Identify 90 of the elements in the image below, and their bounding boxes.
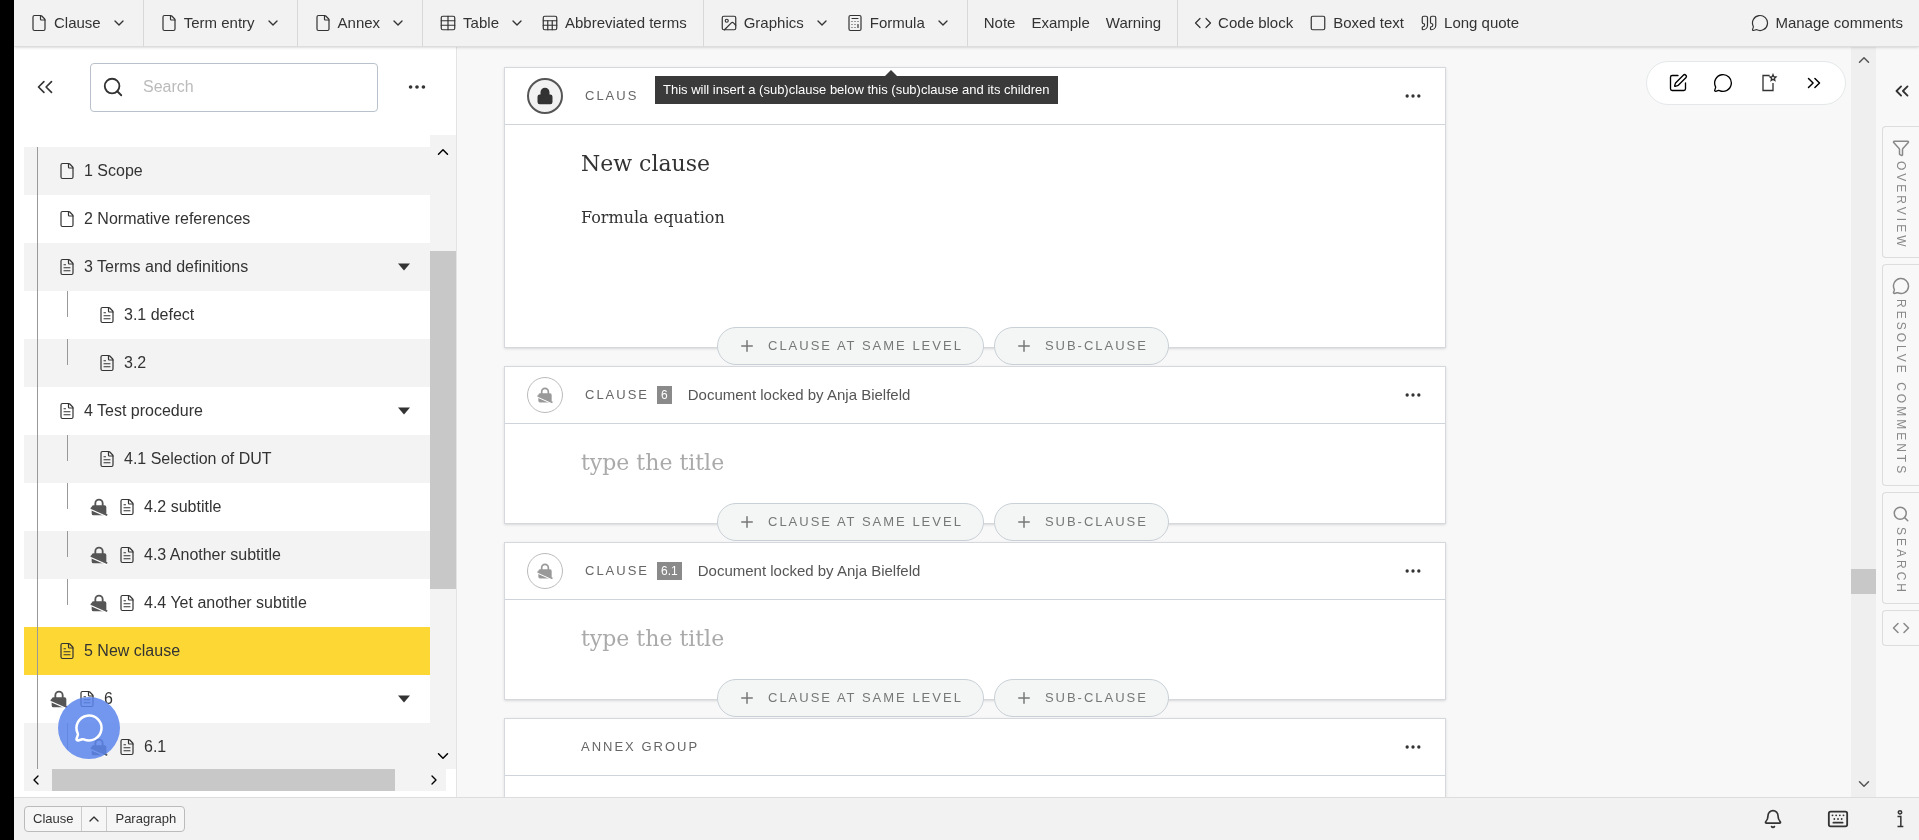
tree-item[interactable]: 5 New clause	[24, 627, 430, 675]
tree-item-label: 5 New clause	[84, 641, 181, 661]
toolbar-button[interactable]: Formula	[837, 6, 959, 40]
tree-item-label: 4.2 subtitle	[144, 497, 222, 517]
search-icon	[102, 75, 124, 98]
clause-type-label: CLAUS	[585, 87, 639, 106]
clause-body-text[interactable]: Formula equation	[581, 206, 1369, 230]
grid-icon	[540, 14, 559, 32]
file-icon	[313, 14, 332, 32]
quote-icon	[1420, 14, 1439, 32]
tree-item[interactable]: 3 Terms and definitions	[24, 243, 430, 291]
add-clause-button[interactable]: SUB-CLAUSE	[993, 327, 1169, 365]
file-icon	[159, 14, 178, 32]
tree-item-label: 6.1	[144, 737, 167, 757]
breadcrumb-item[interactable]: Paragraph	[106, 807, 185, 831]
horizontal-scrollbar[interactable]	[24, 769, 446, 791]
comment-icon	[1892, 277, 1910, 296]
scrollbar[interactable]	[1851, 47, 1876, 797]
toolbar-button[interactable]: Note	[975, 6, 1024, 40]
scrollbar-thumb[interactable]	[1851, 569, 1876, 594]
scrollbar[interactable]	[430, 135, 456, 769]
tree-item-label: 3.2	[124, 353, 147, 373]
clause-type-label: ANNEX GROUP	[581, 738, 700, 757]
toolbar-button[interactable]: Abbreviated terms	[532, 6, 695, 40]
chat-icon	[74, 713, 104, 743]
tree-item[interactable]: 4.1 Selection of DUT	[24, 435, 430, 483]
toolbar-button[interactable]: Term entry	[151, 6, 289, 40]
comment-icon	[1751, 14, 1770, 32]
search-field[interactable]: Search	[90, 62, 378, 112]
tree-item[interactable]: 3.2	[24, 339, 430, 387]
plus-icon	[738, 513, 756, 531]
add-clause-button[interactable]: SUB-CLAUSE	[993, 503, 1169, 541]
table-icon	[439, 14, 458, 32]
search-icon	[1892, 504, 1910, 523]
info-icon[interactable]	[1895, 809, 1905, 829]
toolbar-button[interactable]: Graphics	[711, 6, 838, 40]
square-icon	[1309, 14, 1328, 32]
locked-icon	[88, 544, 110, 566]
tree-item-label: 3.1 defect	[124, 305, 195, 325]
plus-icon	[738, 689, 756, 707]
breadcrumb-item[interactable]: Clause	[25, 807, 83, 831]
add-clause-button[interactable]: CLAUSE AT SAME LEVEL	[717, 679, 984, 717]
tree-item-label: 4.3 Another subtitle	[144, 545, 281, 565]
tree-item-label: 4.1 Selection of DUT	[124, 449, 272, 469]
clause-number: 6.1	[657, 562, 682, 580]
locked-icon	[88, 496, 110, 518]
toolbar-button[interactable]: Boxed text	[1301, 6, 1413, 40]
bell-icon[interactable]	[1763, 809, 1783, 829]
locked-by-text: Document locked by Anja Bielfeld	[687, 384, 911, 405]
tree-item-label: 1 Scope	[84, 161, 143, 181]
scrollbar-thumb[interactable]	[52, 769, 395, 791]
toolbar-button[interactable]: Clause	[22, 6, 135, 40]
toolbar-button[interactable]: Annex	[305, 6, 415, 40]
locked-icon	[535, 561, 555, 581]
tree-item-label: 2 Normative references	[84, 209, 251, 229]
tree-item-label: 3 Terms and definitions	[84, 257, 249, 277]
tree-item[interactable]: 6.1	[24, 723, 430, 769]
toolbar-button[interactable]: Warning	[1097, 6, 1170, 40]
manage-comments-button[interactable]: Manage comments	[1751, 11, 1903, 35]
toolbar-button[interactable]: Code block	[1186, 6, 1302, 40]
tree-item-label: 4 Test procedure	[84, 401, 203, 421]
scrollbar-thumb[interactable]	[430, 251, 456, 589]
clause-type-label: CLAUSE	[585, 562, 650, 581]
toolbar-button[interactable]: Example	[1023, 6, 1098, 40]
comment-icon[interactable]	[1712, 73, 1733, 93]
locked-by-text: Document locked by Anja Bielfeld	[697, 560, 921, 581]
clause-type-label: CLAUSE	[585, 386, 650, 405]
tree-item[interactable]: 4.3 Another subtitle	[24, 531, 430, 579]
clause-title[interactable]: New clause	[581, 147, 1369, 180]
file-icon	[30, 14, 48, 32]
filter-icon	[1892, 139, 1910, 157]
toolbar-button[interactable]: Table	[431, 6, 533, 40]
locked-icon	[535, 385, 555, 405]
code-tab[interactable]	[1882, 609, 1919, 646]
edit-icon[interactable]	[1667, 73, 1688, 93]
toolbar-button[interactable]: Long quote	[1412, 6, 1528, 40]
tree-item-label: 4.4 Yet another subtitle	[144, 593, 307, 613]
locked-icon	[88, 592, 110, 614]
calculator-icon	[845, 14, 864, 32]
lock-icon	[536, 87, 554, 105]
image-icon	[719, 14, 738, 32]
tooltip: This will insert a (sub)clause below this (sub)clause and its children	[655, 76, 1058, 104]
keyboard-icon[interactable]	[1827, 808, 1849, 830]
tree-item[interactable]: 1 Scope	[24, 147, 430, 195]
tree-item-label: 6	[104, 689, 113, 709]
plus-icon	[738, 337, 756, 355]
add-clause-button[interactable]: CLAUSE AT SAME LEVEL	[717, 503, 984, 541]
add-clause-button[interactable]: SUB-CLAUSE	[993, 679, 1169, 717]
clause-number: 6	[657, 386, 672, 404]
add-clause-button[interactable]: CLAUSE AT SAME LEVEL	[717, 327, 984, 365]
